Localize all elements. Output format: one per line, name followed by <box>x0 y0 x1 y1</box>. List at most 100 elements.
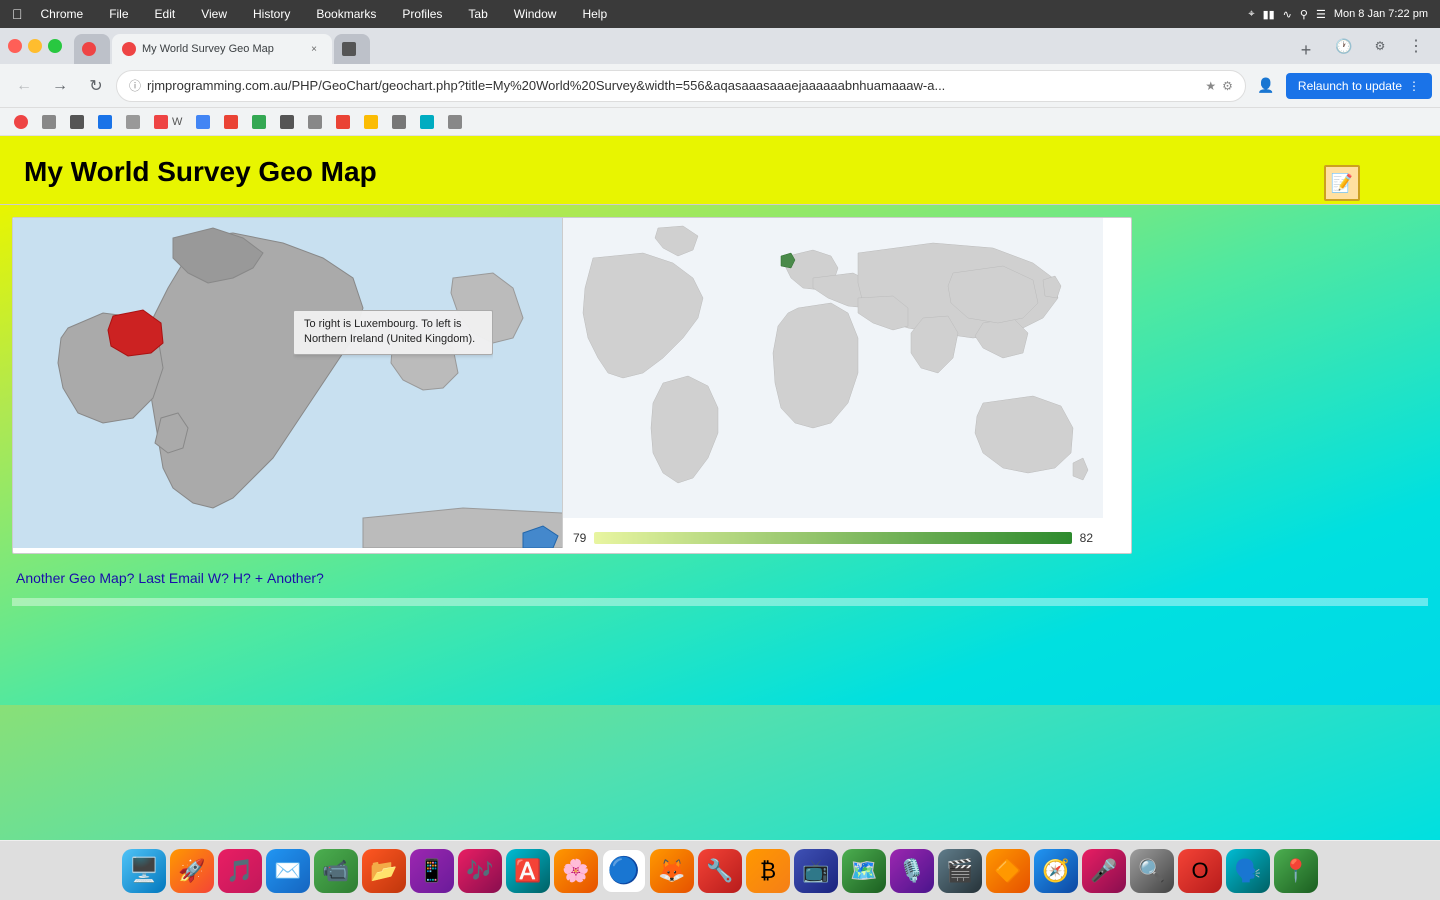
menu-bookmarks[interactable]: Bookmarks <box>308 5 384 23</box>
os-menu-bar:  Chrome File Edit View History Bookmark… <box>0 0 1440 28</box>
dock-facetime[interactable]: 📹 <box>314 849 358 893</box>
dock-firefox[interactable]: 🦊 <box>650 849 694 893</box>
dock-tv[interactable]: 📺 <box>794 849 838 893</box>
bookmark-7[interactable] <box>190 111 216 133</box>
dock-apple-maps[interactable]: 📍 <box>1274 849 1318 893</box>
dock-chrome[interactable]: 🔵 <box>602 849 646 893</box>
bookmark-2[interactable] <box>36 111 62 133</box>
window-controls <box>8 39 62 53</box>
bookmark-5[interactable] <box>120 111 146 133</box>
tabs-row: My World Survey Geo Map × + <box>74 28 1320 64</box>
extensions-puzzle-icon[interactable]: ⚙ <box>1222 79 1233 93</box>
menu-history[interactable]: History <box>245 5 298 23</box>
map-left[interactable]: To right is Luxembourg. To left is North… <box>13 218 563 548</box>
dock-filezilla[interactable]: 📂 <box>362 849 406 893</box>
another-link[interactable]: Another? <box>267 570 324 586</box>
chrome-menu-button[interactable]: ⋮ <box>1400 30 1432 62</box>
email-link[interactable]: Email <box>169 570 204 586</box>
dock-bitcoin[interactable]: ₿ <box>746 849 790 893</box>
dock: 🖥️ 🚀 🎵 ✉️ 📹 📂 📱 🎶 🅰️ 🌸 🔵 🦊 🔧 ₿ 📺 🗺️ 🎙️ 🎬… <box>0 840 1440 900</box>
bluetooth-icon: ⌖ <box>1248 8 1254 21</box>
dock-vlc[interactable]: 🔶 <box>986 849 1030 893</box>
page-title: My World Survey Geo Map <box>24 156 1416 188</box>
bookmark-1[interactable] <box>8 111 34 133</box>
bookmark-4[interactable] <box>92 111 118 133</box>
tab-inactive-2[interactable] <box>334 34 370 64</box>
title-bar: My World Survey Geo Map × + 🕐 ⚙ ⋮ <box>0 28 1440 64</box>
dock-siri[interactable]: 🗣️ <box>1226 849 1270 893</box>
web-content: My World Survey Geo Map 📝 <box>0 136 1440 840</box>
dock-launchpad[interactable]: 🚀 <box>170 849 214 893</box>
dock-video[interactable]: 🎬 <box>938 849 982 893</box>
bookmark-star-icon[interactable]: ★ <box>1205 79 1216 93</box>
bookmark-16[interactable] <box>442 111 468 133</box>
dock-appstore[interactable]: 🅰️ <box>506 849 550 893</box>
menu-help[interactable]: Help <box>574 5 615 23</box>
dock-finder[interactable]: 🖥️ <box>122 849 166 893</box>
dock-bezel[interactable]: 📱 <box>410 849 454 893</box>
bookmark-15[interactable] <box>414 111 440 133</box>
dock-safari[interactable]: 🧭 <box>1034 849 1078 893</box>
links-row: Another Geo Map? Last Email W? H? + Anot… <box>12 562 1428 594</box>
map-right[interactable]: 79 82 <box>563 218 1103 553</box>
forward-button[interactable]: → <box>44 70 76 102</box>
dock-photos[interactable]: 🌸 <box>554 849 598 893</box>
menu-chrome[interactable]: Chrome <box>33 5 92 23</box>
dock-filezilla2[interactable]: 🔧 <box>698 849 742 893</box>
notification-icon[interactable]: ☰ <box>1316 8 1326 21</box>
menu-edit[interactable]: Edit <box>147 5 184 23</box>
dock-music[interactable]: 🎵 <box>218 849 262 893</box>
bookmark-6[interactable]: W <box>148 111 188 133</box>
history-button[interactable]: 🕐 <box>1328 30 1360 62</box>
colorbar-track <box>594 532 1071 544</box>
h-link[interactable]: H? <box>233 570 251 586</box>
dock-maps[interactable]: 🗺️ <box>842 849 886 893</box>
last-link[interactable]: Last <box>138 570 164 586</box>
battery-icon: ▮▮ <box>1263 8 1275 21</box>
os-bar-right: ⌖ ▮▮ ∿ ⚲ ☰ Mon 8 Jan 7:22 pm <box>1248 8 1428 21</box>
map-link[interactable]: Map? <box>99 570 134 586</box>
uk-map-svg: To right is Luxembourg. To left is North… <box>13 218 563 548</box>
menu-file[interactable]: File <box>101 5 136 23</box>
dock-podcast[interactable]: 🎙️ <box>890 849 934 893</box>
menu-tab[interactable]: Tab <box>460 5 495 23</box>
another-geo-link[interactable]: Another Geo <box>16 570 95 586</box>
tab-active[interactable]: My World Survey Geo Map × <box>112 34 332 64</box>
minimize-window-button[interactable] <box>28 39 42 53</box>
clock: Mon 8 Jan 7:22 pm <box>1334 8 1428 20</box>
close-window-button[interactable] <box>8 39 22 53</box>
url-text: rjmprogramming.com.au/PHP/GeoChart/geoch… <box>147 78 1199 93</box>
new-tab-button[interactable]: + <box>1292 36 1320 64</box>
dock-mail[interactable]: ✉️ <box>266 849 310 893</box>
back-button[interactable]: ← <box>8 70 40 102</box>
relaunch-button[interactable]: Relaunch to update ⋮ <box>1286 73 1432 99</box>
tab-close-button[interactable]: × <box>306 41 322 57</box>
dock-microphone[interactable]: 🎤 <box>1082 849 1126 893</box>
bookmark-3[interactable] <box>64 111 90 133</box>
bookmark-9[interactable] <box>246 111 272 133</box>
tab-inactive-1[interactable] <box>74 34 110 64</box>
dock-search[interactable]: 🔍 <box>1130 849 1174 893</box>
extensions-button[interactable]: ⚙ <box>1364 30 1396 62</box>
apple-menu[interactable]:  <box>12 6 23 22</box>
bookmark-bar: W <box>0 108 1440 136</box>
plus-text: + <box>255 570 263 586</box>
reload-button[interactable]: ↻ <box>80 70 112 102</box>
menu-profiles[interactable]: Profiles <box>394 5 450 23</box>
dock-opera[interactable]: O <box>1178 849 1222 893</box>
menu-view[interactable]: View <box>193 5 235 23</box>
user-button[interactable]: 👤 <box>1250 70 1282 102</box>
dock-itunes[interactable]: 🎶 <box>458 849 502 893</box>
bookmark-11[interactable] <box>302 111 328 133</box>
bookmark-8[interactable] <box>218 111 244 133</box>
note-icon: 📝 <box>1324 165 1360 201</box>
w-link[interactable]: W? <box>208 570 229 586</box>
bookmark-13[interactable] <box>358 111 384 133</box>
maximize-window-button[interactable] <box>48 39 62 53</box>
search-icon[interactable]: ⚲ <box>1300 8 1308 21</box>
bookmark-14[interactable] <box>386 111 412 133</box>
bookmark-12[interactable] <box>330 111 356 133</box>
menu-window[interactable]: Window <box>506 5 565 23</box>
address-bar[interactable]: ⓘ rjmprogramming.com.au/PHP/GeoChart/geo… <box>116 70 1246 102</box>
bookmark-10[interactable] <box>274 111 300 133</box>
